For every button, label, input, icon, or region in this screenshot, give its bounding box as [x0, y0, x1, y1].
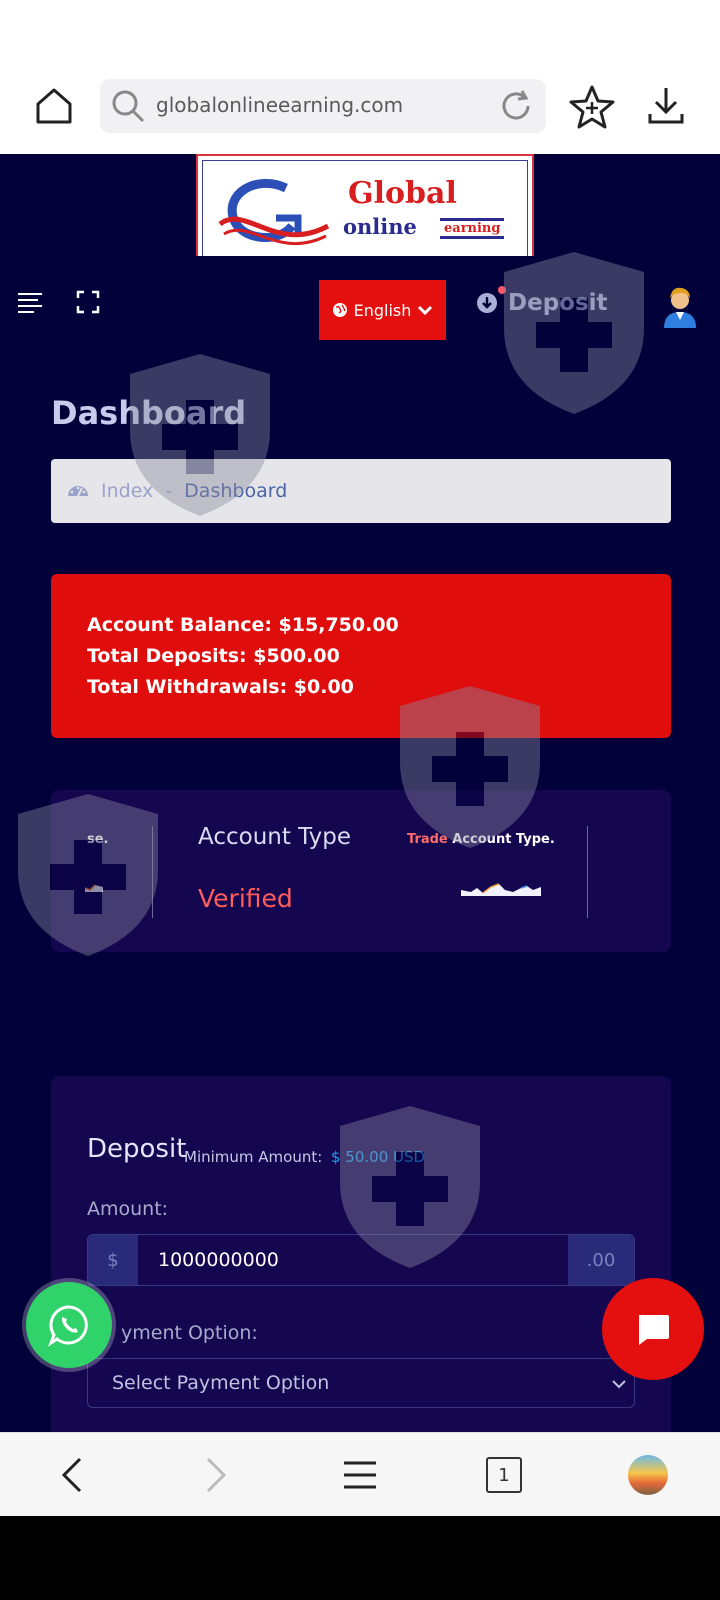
- whatsapp-chat-button[interactable]: [26, 1282, 112, 1368]
- page-title: Dashboard: [51, 394, 247, 432]
- account-balance-text: Account Balance: $15,750.00: [87, 614, 399, 636]
- total-deposits-text: Total Deposits: $500.00: [87, 645, 340, 667]
- total-withdrawals-text: Total Withdrawals: $0.00: [87, 676, 354, 698]
- deposit-form-title: Deposit: [87, 1134, 187, 1164]
- payment-option-select[interactable]: Select Payment Option: [87, 1358, 635, 1408]
- forward-arrow-icon[interactable]: [202, 1457, 230, 1493]
- browser-bottom-bar: 1: [0, 1432, 720, 1516]
- trade-account-type-text: Trade Account Type.: [407, 832, 555, 847]
- language-label: English: [353, 300, 412, 320]
- account-type-label: Account Type: [198, 824, 352, 850]
- url-text: globalonlineearning.com: [156, 93, 404, 117]
- back-arrow-icon[interactable]: [58, 1457, 86, 1493]
- system-nav-area: [0, 1516, 720, 1600]
- payment-option-placeholder: Select Payment Option: [112, 1372, 330, 1394]
- user-avatar[interactable]: [662, 284, 698, 328]
- account-info-carousel: se. Account Type Verified Trade Account …: [51, 790, 671, 952]
- browser-profile-avatar[interactable]: [628, 1455, 668, 1495]
- search-icon: [112, 90, 145, 123]
- site-content: Global online earning English Deposit Da…: [0, 154, 720, 1432]
- deposit-form-card: Deposit Minimum Amount: $ 50.00 USD Amou…: [51, 1076, 671, 1432]
- bookmark-star-icon[interactable]: [568, 84, 616, 130]
- account-type-value: Verified: [198, 884, 293, 913]
- amount-label: Amount:: [87, 1198, 169, 1220]
- chevron-down-icon: [612, 1380, 626, 1389]
- shield-watermark-icon: [504, 252, 644, 414]
- divider: [152, 826, 153, 918]
- whatsapp-icon: [47, 1305, 88, 1347]
- payment-option-label: yment Option:: [121, 1322, 258, 1344]
- trade-word: Trade: [407, 832, 448, 847]
- chat-bubble-icon: [639, 1315, 669, 1345]
- carousel-prev-fragment: se.: [87, 832, 109, 847]
- amount-input-group: $ .00: [87, 1234, 635, 1286]
- mini-chart-icon: [85, 884, 103, 892]
- address-bar[interactable]: globalonlineearning.com: [100, 79, 546, 133]
- site-logo[interactable]: Global online earning: [196, 154, 534, 256]
- download-icon[interactable]: [646, 84, 686, 128]
- logo-text-online: online: [343, 214, 417, 239]
- notification-dot: [498, 286, 506, 294]
- minimum-amount-value: $ 50.00 USD: [331, 1148, 426, 1166]
- minimum-amount-label: Minimum Amount:: [184, 1148, 323, 1166]
- browser-menu-icon[interactable]: [342, 1459, 378, 1491]
- header-deposit-link[interactable]: Deposit: [476, 290, 608, 316]
- dashboard-gauge-icon: [68, 486, 88, 497]
- reload-icon[interactable]: [498, 88, 534, 124]
- fullscreen-icon[interactable]: [76, 290, 100, 314]
- breadcrumb-separator: -: [165, 480, 173, 502]
- breadcrumb-index-link[interactable]: Index: [101, 480, 153, 502]
- cents-suffix: .00: [568, 1235, 634, 1285]
- home-icon[interactable]: [34, 86, 74, 126]
- logo-text-global: Global: [348, 176, 457, 211]
- tab-switcher-button[interactable]: 1: [486, 1457, 522, 1493]
- browser-toolbar: globalonlineearning.com: [0, 0, 720, 154]
- language-selector[interactable]: English: [319, 280, 446, 340]
- logo-text-earning: earning: [440, 218, 505, 239]
- sparkline-chart-icon: [461, 883, 541, 896]
- globe-icon: [332, 303, 347, 317]
- trade-account-type-rest: Account Type.: [452, 832, 555, 847]
- logo-g-mark: [218, 178, 330, 246]
- divider: [587, 826, 588, 918]
- amount-input[interactable]: [138, 1235, 568, 1285]
- balance-summary-card: Account Balance: $15,750.00 Total Deposi…: [51, 574, 671, 738]
- breadcrumb: Index - Dashboard: [51, 459, 671, 523]
- breadcrumb-current: Dashboard: [184, 480, 288, 502]
- deposit-link-label: Deposit: [508, 290, 608, 316]
- hamburger-menu-icon[interactable]: [16, 290, 44, 314]
- live-chat-button[interactable]: [602, 1278, 704, 1380]
- download-circle-icon: [477, 293, 497, 313]
- chevron-down-icon: [418, 305, 433, 316]
- currency-prefix: $: [88, 1235, 138, 1285]
